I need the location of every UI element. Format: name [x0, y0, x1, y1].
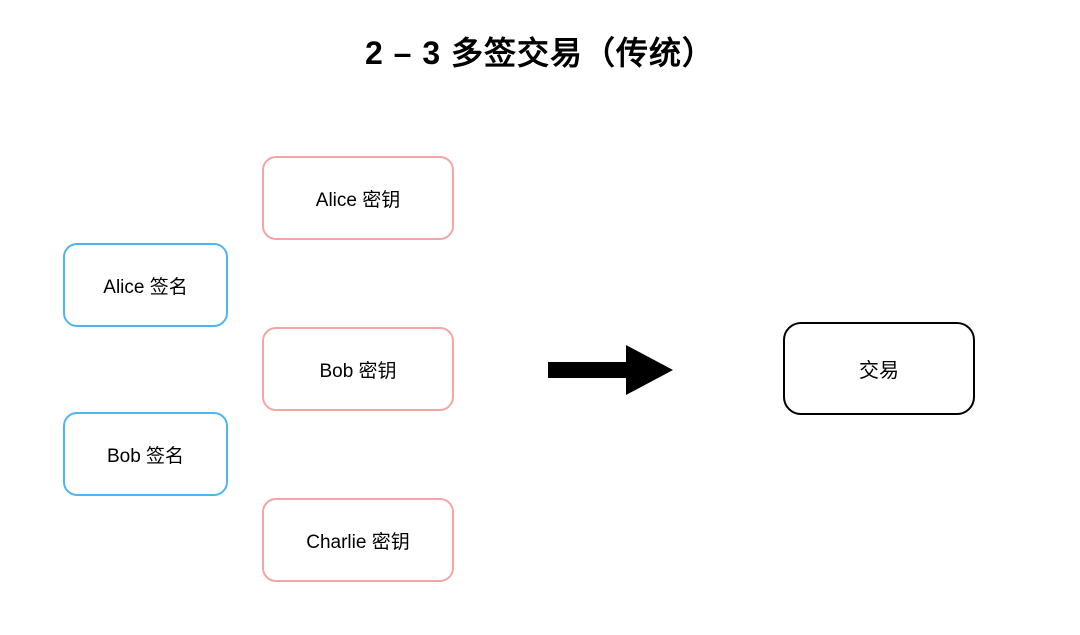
transaction-box: 交易 — [783, 322, 975, 415]
diagram-title: 2 – 3 多签交易（传统） — [0, 28, 1080, 74]
bob-key-box: Bob 密钥 — [262, 327, 454, 411]
bob-signature-box: Bob 签名 — [63, 412, 228, 496]
charlie-key-box: Charlie 密钥 — [262, 498, 454, 582]
bob-key-label: Bob 密钥 — [319, 356, 396, 383]
arrow-icon — [548, 345, 673, 395]
charlie-key-label: Charlie 密钥 — [306, 527, 409, 554]
alice-key-label: Alice 密钥 — [316, 185, 400, 212]
bob-signature-label: Bob 签名 — [107, 441, 184, 468]
alice-key-box: Alice 密钥 — [262, 156, 454, 240]
alice-signature-box: Alice 签名 — [63, 243, 228, 327]
alice-signature-label: Alice 签名 — [103, 272, 187, 299]
transaction-label: 交易 — [859, 354, 899, 383]
